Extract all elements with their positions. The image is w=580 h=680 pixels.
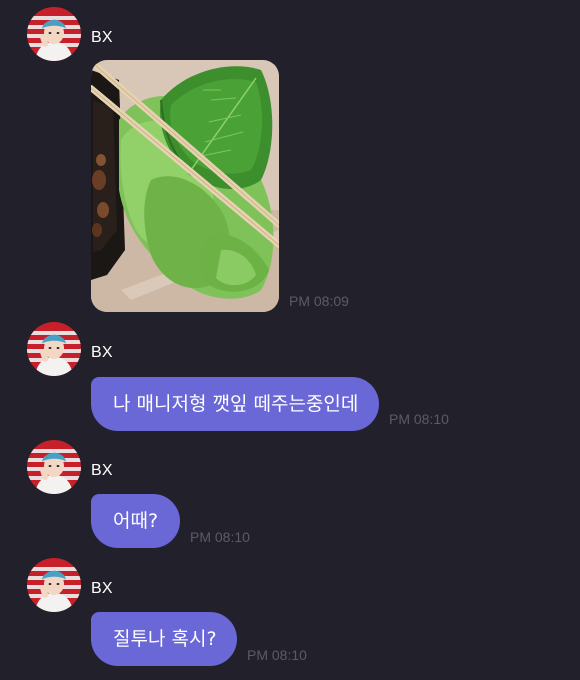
sender-name: BX <box>91 344 113 361</box>
sender-avatar[interactable] <box>27 440 81 494</box>
timestamp: PM 08:10 <box>247 647 307 663</box>
sender-name: BX <box>91 462 113 479</box>
profile-avatar-icon <box>27 558 81 612</box>
timestamp: PM 08:09 <box>289 293 349 309</box>
sender-avatar[interactable] <box>27 7 81 61</box>
sender-avatar[interactable] <box>27 558 81 612</box>
message-bubble[interactable]: 질투나 혹시? <box>91 612 237 666</box>
sender-avatar[interactable] <box>27 322 81 376</box>
timestamp: PM 08:10 <box>190 529 250 545</box>
message-bubble[interactable]: 어때? <box>91 494 180 548</box>
profile-avatar-icon <box>27 322 81 376</box>
perilla-leaves-photo <box>91 60 279 312</box>
profile-avatar-icon <box>27 7 81 61</box>
timestamp: PM 08:10 <box>389 411 449 427</box>
sender-name: BX <box>91 580 113 597</box>
profile-avatar-icon <box>27 440 81 494</box>
message-bubble[interactable]: 나 매니저형 깻잎 떼주는중인데 <box>91 377 379 431</box>
sender-name: BX <box>91 29 113 46</box>
shared-photo[interactable] <box>91 60 279 312</box>
chat-thread: BX PM 08:09 BX 나 매니저형 깻잎 떼주는중인데 PM 08:10… <box>0 0 580 680</box>
